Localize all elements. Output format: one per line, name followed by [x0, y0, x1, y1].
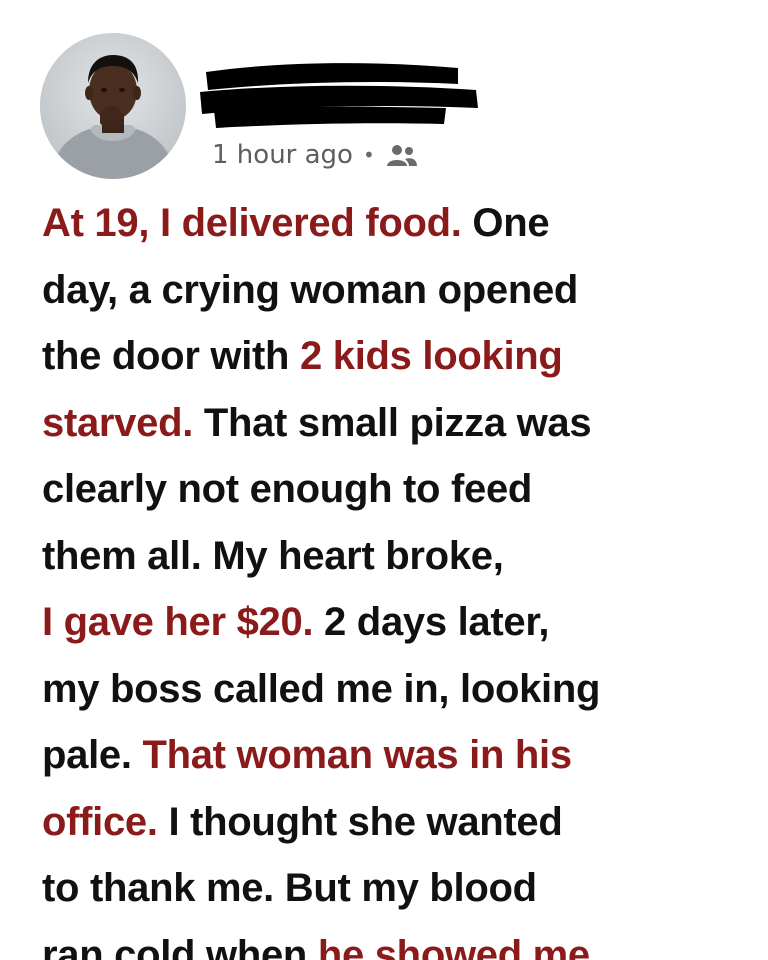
highlighted-text: he showed me	[317, 932, 590, 960]
avatar-image	[40, 33, 186, 179]
text-segment: the door with	[42, 334, 300, 378]
post-text-line: clearly not enough to feed	[42, 456, 742, 523]
text-segment: to thank me. But my blood	[42, 866, 537, 910]
post-meta: 1 hour ago •	[212, 138, 419, 172]
highlighted-text: At 19, I delivered food.	[42, 201, 462, 245]
post-text-line: At 19, I delivered food. One	[42, 190, 742, 257]
text-segment: ran cold when	[42, 932, 318, 960]
highlighted-text: starved.	[42, 400, 194, 445]
text-segment: day, a crying woman opened	[42, 267, 579, 312]
text-segment: them all. My heart broke,	[42, 533, 504, 578]
post-text-line: I gave her $20. 2 days later,	[42, 589, 742, 656]
text-segment: my boss called me in, looking	[42, 666, 601, 711]
post-text-line: pale. That woman was in his	[42, 722, 742, 789]
post-text-line: ran cold when he showed me	[42, 922, 742, 960]
post-header: 1 hour ago •	[0, 0, 768, 190]
post-text-line: them all. My heart broke,	[42, 523, 742, 590]
avatar[interactable]	[40, 33, 186, 179]
highlighted-text: 2 kids looking	[300, 334, 563, 378]
text-segment: pale.	[42, 733, 143, 777]
highlighted-text: I gave her $20.	[42, 600, 314, 644]
author-name-redaction	[196, 58, 480, 132]
post-text-line: starved. That small pizza was	[42, 390, 742, 457]
highlighted-text: office.	[42, 799, 158, 844]
text-segment: 2 days later,	[313, 600, 550, 644]
friends-icon[interactable]	[385, 142, 419, 168]
post-text-line: the door with 2 kids looking	[42, 323, 742, 390]
post-text-line: office. I thought she wanted	[42, 789, 742, 856]
text-segment: One	[461, 201, 550, 245]
post-text: At 19, I delivered food. One day, a cryin…	[42, 190, 742, 960]
highlighted-text: That woman was in his	[142, 733, 572, 777]
text-segment: I thought she wanted	[157, 799, 563, 844]
post-text-line: day, a crying woman opened	[42, 257, 742, 324]
redaction-scribble	[200, 63, 478, 128]
post-text-line: to thank me. But my blood	[42, 855, 742, 922]
meta-separator: •	[362, 143, 375, 167]
post-timestamp[interactable]: 1 hour ago	[212, 140, 353, 170]
post-text-line: my boss called me in, looking	[42, 656, 742, 723]
text-segment: That small pizza was	[193, 400, 592, 445]
text-segment: clearly not enough to feed	[42, 467, 533, 511]
